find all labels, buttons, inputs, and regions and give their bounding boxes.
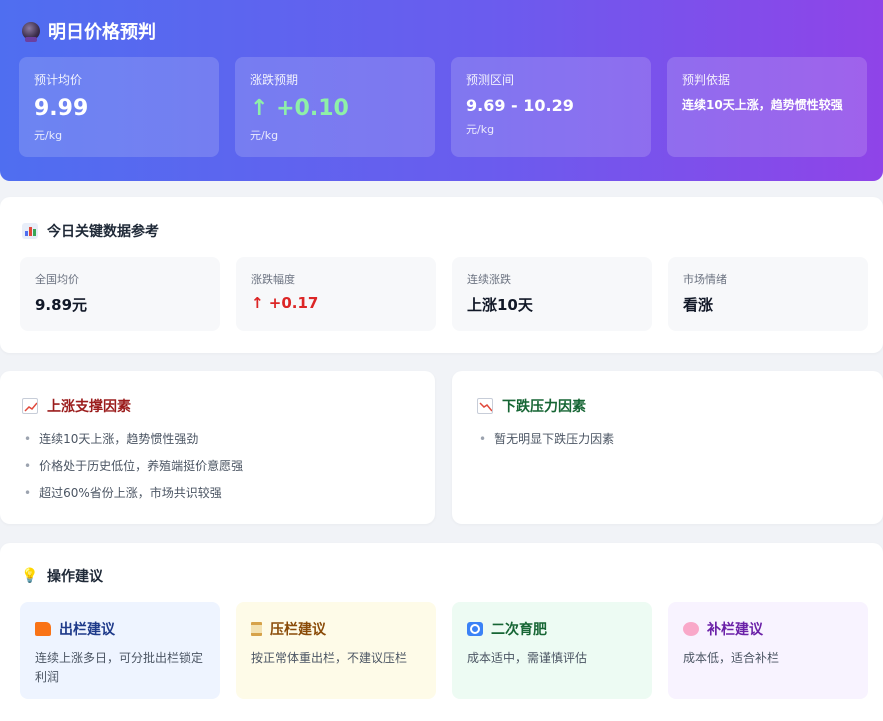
kpi-label: 全国均价 — [35, 273, 79, 286]
advice-card-title: 二次育肥 — [491, 622, 547, 638]
list-item: 超过60%省份上涨，市场共识较强 — [24, 485, 243, 512]
down-factors-title: 下跌压力因素 — [477, 396, 586, 416]
kpi-value: 9.89元 — [35, 296, 88, 314]
forecast-card-basis: 预判依据 连续10天上涨，趋势惯性较强 — [667, 57, 867, 157]
forecast-header: 明日价格预判 预计均价 9.99 元/kg 涨跌预期 ↑ +0.10 元/kg … — [0, 0, 883, 181]
forecast-card-unit: 元/kg — [250, 129, 279, 142]
forecast-card-value: 连续10天上涨，趋势惯性较强 — [682, 98, 843, 112]
advice-card-title: 补栏建议 — [707, 622, 763, 638]
list-item: 暂无明显下跌压力因素 — [479, 431, 614, 458]
advice-title-text: 操作建议 — [47, 569, 103, 585]
kpi-value: 看涨 — [683, 296, 714, 314]
today-data-title: 今日关键数据参考 — [22, 221, 159, 241]
forecast-card-unit: 元/kg — [34, 129, 63, 142]
crystal-ball-icon — [22, 22, 40, 42]
forecast-card-change: 涨跌预期 ↑ +0.10 元/kg — [235, 57, 435, 157]
advice-card-desc: 按正常体重出栏，不建议压栏 — [251, 651, 408, 665]
hourglass-icon — [251, 622, 262, 636]
up-factors-list: 连续10天上涨，趋势惯性强劲 价格处于历史低位，养殖端挺价意愿强 超过60%省份… — [24, 431, 243, 512]
bar-chart-icon — [22, 223, 38, 239]
forecast-card-avg-price: 预计均价 9.99 元/kg — [19, 57, 219, 157]
forecast-card-value: 9.69 - 10.29 — [466, 96, 574, 115]
today-data-title-text: 今日关键数据参考 — [47, 224, 159, 240]
forecast-card-unit: 元/kg — [466, 123, 495, 136]
down-factors-title-text: 下跌压力因素 — [502, 399, 586, 415]
forecast-card-label: 预判依据 — [682, 73, 731, 87]
advice-title: 💡 操作建议 — [21, 566, 103, 586]
advice-card-title: 压栏建议 — [270, 622, 326, 638]
forecast-card-range: 预测区间 9.69 - 10.29 元/kg — [451, 57, 651, 157]
advice-card-restock: 补栏建议 成本低，适合补栏 — [668, 602, 868, 699]
cycle-icon — [467, 622, 483, 636]
pig-icon — [683, 622, 699, 636]
forecast-title-text: 明日价格预判 — [48, 22, 156, 43]
truck-icon — [35, 622, 51, 636]
kpi-national-avg: 全国均价 9.89元 — [20, 257, 220, 331]
chart-down-icon — [477, 398, 493, 414]
kpi-label: 连续涨跌 — [467, 273, 511, 286]
chart-up-icon — [22, 398, 38, 414]
advice-card-title: 出栏建议 — [59, 622, 115, 638]
advice-card-refatten: 二次育肥 成本适中，需谨慎评估 — [452, 602, 652, 699]
forecast-card-label: 预测区间 — [466, 73, 515, 87]
forecast-card-label: 涨跌预期 — [250, 73, 299, 87]
forecast-cards: 预计均价 9.99 元/kg 涨跌预期 ↑ +0.10 元/kg 预测区间 9.… — [19, 57, 867, 157]
advice-card-desc: 连续上涨多日，可分批出栏锁定利润 — [35, 651, 204, 684]
forecast-card-value: ↑ +0.10 — [250, 96, 349, 121]
advice-cards: 出栏建议 连续上涨多日，可分批出栏锁定利润 压栏建议 按正常体重出栏，不建议压栏… — [20, 602, 868, 699]
up-factors-title-text: 上涨支撑因素 — [47, 399, 131, 415]
list-item: 价格处于历史低位，养殖端挺价意愿强 — [24, 458, 243, 485]
advice-card-desc: 成本适中，需谨慎评估 — [467, 651, 588, 665]
today-kpi-row: 全国均价 9.89元 涨跌幅度 ↑ +0.17 连续涨跌 上涨10天 市场情绪 … — [20, 257, 868, 331]
lightbulb-icon: 💡 — [21, 568, 39, 584]
kpi-value: ↑ +0.17 — [251, 294, 319, 312]
forecast-title: 明日价格预判 — [22, 18, 156, 44]
forecast-card-value: 9.99 — [34, 96, 89, 121]
kpi-change: 涨跌幅度 ↑ +0.17 — [236, 257, 436, 331]
advice-card-hold: 压栏建议 按正常体重出栏，不建议压栏 — [236, 602, 436, 699]
kpi-sentiment: 市场情绪 看涨 — [668, 257, 868, 331]
down-factors-list: 暂无明显下跌压力因素 — [479, 431, 614, 458]
up-factors-title: 上涨支撑因素 — [22, 396, 131, 416]
kpi-value: 上涨10天 — [467, 296, 533, 314]
advice-card-desc: 成本低，适合补栏 — [683, 651, 780, 665]
kpi-label: 市场情绪 — [683, 273, 727, 286]
kpi-streak: 连续涨跌 上涨10天 — [452, 257, 652, 331]
advice-card-sell: 出栏建议 连续上涨多日，可分批出栏锁定利润 — [20, 602, 220, 699]
kpi-label: 涨跌幅度 — [251, 273, 295, 286]
forecast-card-label: 预计均价 — [34, 73, 83, 87]
list-item: 连续10天上涨，趋势惯性强劲 — [24, 431, 243, 458]
